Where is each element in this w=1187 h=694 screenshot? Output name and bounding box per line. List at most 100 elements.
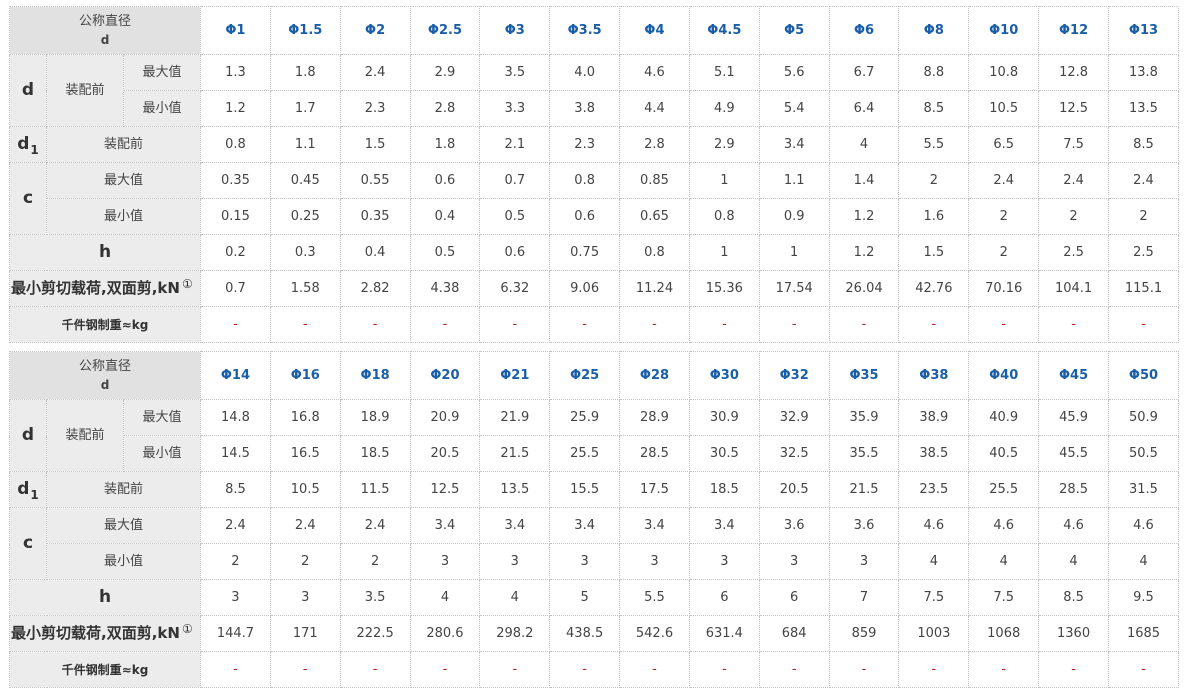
value-cell: 3 [688, 543, 760, 580]
value-cell: 0.85 [619, 162, 690, 199]
value-cell: 0.9 [758, 198, 830, 235]
size-header-cell: Φ38 [898, 351, 970, 400]
value-cell: 0.8 [549, 162, 621, 199]
value-cell: 6.5 [968, 126, 1040, 163]
value-cell: 40.5 [968, 435, 1040, 472]
c-label: c [9, 162, 47, 235]
size-header-cell: Φ4 [619, 6, 690, 55]
weight-cell: - [549, 306, 621, 343]
value-cell: 20.5 [409, 435, 481, 472]
weight-cell: - [758, 306, 830, 343]
size-header-cell: Φ5 [758, 6, 830, 55]
before-assembly-label: 装配前 [46, 54, 124, 127]
row-h: h 0.2 0.3 0.4 0.5 0.6 0.75 0.8 1 1 1.2 1.5 2 2.5 2.5 [9, 234, 1180, 271]
value-cell: 0.8 [688, 198, 760, 235]
value-cell: 12.5 [409, 471, 481, 508]
weight-cell: - [409, 306, 481, 343]
row-d-min: 最小值 1.2 1.7 2.3 2.8 3.3 3.8 4.4 4.9 5.4 6.4 8.5 10.… [10, 90, 1180, 127]
value-cell: 6.32 [479, 270, 551, 307]
weight-cell: - [688, 651, 760, 688]
value-cell: 30.5 [688, 435, 760, 472]
size-header-cell: Φ18 [339, 351, 411, 400]
weight-cell: - [968, 306, 1040, 343]
value-cell: 32.9 [758, 399, 830, 436]
size-header-cell: Φ2 [339, 6, 411, 55]
value-cell: 0.3 [269, 234, 341, 271]
value-cell: 0.65 [619, 198, 690, 235]
value-cell: 1685 [1107, 615, 1180, 652]
nominal-diameter-header: 公称直径 d [9, 6, 201, 55]
value-cell: 25.9 [549, 399, 621, 436]
value-cell: 2 [269, 543, 341, 580]
value-cell: 2.9 [409, 54, 481, 91]
value-cell: 1.1 [758, 162, 830, 199]
weight-cell: - [619, 306, 690, 343]
spec-table-1: 公称直径 d Φ1 Φ1.5 Φ2 Φ2.5 Φ3 Φ3.5 Φ4 Φ4.5 Φ5 Φ6 Φ8 Φ10… [9, 6, 1180, 343]
value-cell: 3.4 [549, 507, 621, 544]
value-cell: 0.4 [339, 234, 411, 271]
value-cell: 3.4 [758, 126, 830, 163]
value-cell: 4.6 [619, 54, 690, 91]
row-weight: 千件钢制重≈kg -------------- [9, 306, 1180, 343]
value-cell: 0.7 [200, 270, 271, 307]
weight-cell: - [269, 651, 341, 688]
value-cell: 38.5 [898, 435, 970, 472]
value-cell: 10.8 [968, 54, 1040, 91]
d1-subscript: 1 [30, 488, 39, 502]
value-cell: 25.5 [549, 435, 621, 472]
value-cell: 0.7 [479, 162, 551, 199]
row-d1: d1 装配前 0.8 1.1 1.5 1.8 2.1 2.3 2.8 2.9 3.4 4 5.5 6.… [9, 126, 1180, 163]
value-cell: 1.2 [828, 198, 900, 235]
value-cell: 104.1 [1038, 270, 1109, 307]
value-cell: 14.5 [200, 435, 271, 472]
value-cell: 3 [409, 543, 481, 580]
shear-text: 最小剪切载荷,双面剪,kN [11, 624, 180, 642]
h-label: h [9, 579, 201, 616]
d-label: d [9, 399, 47, 472]
value-cell: 4.6 [898, 507, 970, 544]
value-cell: 0.45 [269, 162, 341, 199]
value-cell: 25.5 [968, 471, 1040, 508]
weight-cell: - [339, 651, 411, 688]
value-cell: 438.5 [549, 615, 621, 652]
value-cell: 1068 [968, 615, 1040, 652]
value-cell: 1.5 [339, 126, 411, 163]
value-cell: 10.5 [968, 90, 1040, 127]
value-cell: 1.4 [828, 162, 900, 199]
value-cell: 3.4 [409, 507, 481, 544]
value-cell: 2 [968, 234, 1040, 271]
value-cell: 5.5 [898, 126, 970, 163]
before-assembly-label: 装配前 [46, 471, 201, 508]
value-cell: 3.5 [339, 579, 411, 616]
shear-text: 最小剪切载荷,双面剪,kN [11, 279, 180, 297]
value-cell: 684 [758, 615, 830, 652]
value-cell: 2.4 [1107, 162, 1180, 199]
value-cell: 1.2 [200, 90, 271, 127]
size-header-cell: Φ12 [1038, 6, 1109, 55]
value-cell: 0.75 [549, 234, 621, 271]
row-c-min: 最小值 0.15 0.25 0.35 0.4 0.5 0.6 0.65 0.8 0.9 1.2 1.… [10, 198, 1180, 235]
row-c-max: c 最大值 0.35 0.45 0.55 0.6 0.7 0.8 0.85 1 1.1 1.4 2 2… [9, 162, 1180, 235]
value-cell: 2.8 [619, 126, 690, 163]
value-cell: 2.3 [339, 90, 411, 127]
value-cell: 5.6 [758, 54, 830, 91]
value-cell: 45.9 [1038, 399, 1109, 436]
nominal-label: 公称直径 [78, 13, 131, 29]
size-header-cell: Φ21 [479, 351, 551, 400]
value-cell: 4 [409, 579, 481, 616]
value-cell: 4.0 [549, 54, 621, 91]
value-cell: 0.8 [200, 126, 271, 163]
value-cell: 35.9 [828, 399, 900, 436]
value-cell: 8.5 [200, 471, 271, 508]
value-cell: 20.9 [409, 399, 481, 436]
nominal-diameter-header: 公称直径 d [9, 351, 201, 400]
value-cell: 4.9 [688, 90, 760, 127]
size-header-cell: Φ35 [828, 351, 900, 400]
value-cell: 4.4 [619, 90, 690, 127]
size-header-cell: Φ13 [1107, 6, 1180, 55]
value-cell: 40.9 [968, 399, 1040, 436]
weight-cell: - [479, 306, 551, 343]
value-cell: 542.6 [619, 615, 690, 652]
weight-cell: - [549, 651, 621, 688]
weight-label: 千件钢制重≈kg [9, 651, 201, 688]
